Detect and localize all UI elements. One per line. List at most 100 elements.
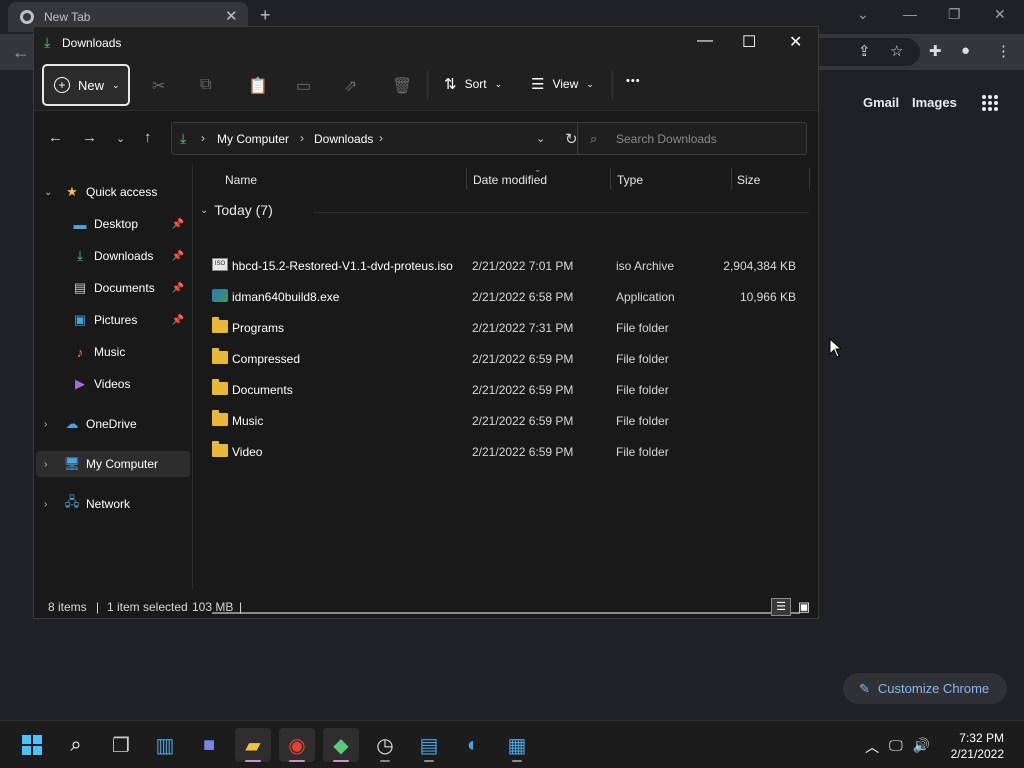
file-row[interactable]: Compressed 2/21/2022 6:59 PM File folder	[210, 343, 810, 374]
close-tab-icon[interactable]: ✕	[225, 7, 238, 25]
file-row[interactable]: Music 2/21/2022 6:59 PM File folder	[210, 405, 810, 436]
nav-item-quick-access[interactable]: ⌄ ★ Quick access	[36, 179, 190, 205]
nav-label: Quick access	[86, 185, 158, 199]
file-row[interactable]: Programs 2/21/2022 7:31 PM File folder	[210, 312, 810, 343]
column-header-size[interactable]: Size	[737, 173, 760, 187]
share-icon[interactable]: ⇗	[344, 76, 357, 96]
chrome-restore-icon[interactable]: ❐	[948, 6, 961, 23]
column-header-name[interactable]: Name	[225, 173, 257, 187]
nav-item-my-computer[interactable]: › 🖥 My Computer	[36, 451, 190, 477]
chrome-taskbar-icon[interactable]: ◉	[279, 728, 315, 762]
group-header[interactable]: ⌄ Today (7)	[200, 202, 273, 218]
search-input[interactable]	[616, 130, 796, 148]
widgets-icon[interactable]: ▥	[147, 728, 183, 762]
column-divider[interactable]	[809, 168, 810, 190]
images-link[interactable]: Images	[912, 95, 957, 110]
minimize-icon[interactable]: —	[697, 32, 713, 50]
large-icons-view-icon[interactable]: ▣	[794, 598, 814, 616]
start-button[interactable]	[14, 728, 50, 762]
refresh-icon[interactable]: ↻	[565, 130, 578, 148]
address-history-chevron-icon[interactable]: ⌄	[536, 132, 545, 145]
share-icon[interactable]: ⇪	[858, 42, 871, 60]
breadcrumb-chevron-icon[interactable]: ›	[300, 131, 304, 145]
file-row[interactable]: Video 2/21/2022 6:59 PM File folder	[210, 436, 810, 467]
file-explorer-taskbar-icon[interactable]: ▰	[235, 728, 271, 762]
nav-item-documents[interactable]: ▤ Documents 📌	[36, 275, 190, 301]
pane-splitter[interactable]	[192, 164, 193, 589]
chrome-close-icon[interactable]: ✕	[994, 6, 1006, 23]
recent-locations-chevron-icon[interactable]: ⌄	[116, 132, 125, 145]
google-apps-icon[interactable]	[982, 95, 998, 111]
up-arrow-icon[interactable]: ↑	[144, 129, 152, 146]
column-header-type[interactable]: Type	[617, 173, 643, 187]
nav-item-music[interactable]: ♪ Music	[36, 339, 190, 365]
taskbar-search-icon[interactable]: ⌕	[58, 728, 94, 762]
navigation-pane: ⌄ ★ Quick access ▬ Desktop 📌 ⤓ Downloads…	[34, 164, 192, 589]
tab-search-chevron-icon[interactable]: ⌄	[857, 6, 869, 23]
nav-item-pictures[interactable]: ▣ Pictures 📌	[36, 307, 190, 333]
address-bar[interactable]: ⤓ › My Computer › Downloads › ⌄ ↻	[171, 122, 592, 155]
chrome-back-icon[interactable]: ←	[12, 42, 30, 63]
cut-icon[interactable]: ✂	[152, 76, 165, 96]
customize-chrome-button[interactable]: ✎ Customize Chrome	[843, 673, 1007, 704]
task-view-icon[interactable]: ❐	[103, 728, 139, 762]
column-divider[interactable]	[610, 168, 611, 190]
extensions-icon[interactable]: ✚	[929, 42, 942, 60]
new-button[interactable]: + New ⌄	[42, 64, 130, 106]
paint-icon[interactable]: ◐	[455, 728, 491, 762]
profile-avatar-icon[interactable]: ●	[961, 42, 970, 59]
gmail-link[interactable]: Gmail	[863, 95, 899, 110]
clock-app-icon[interactable]: ◷	[367, 728, 403, 762]
nav-item-desktop[interactable]: ▬ Desktop 📌	[36, 211, 190, 237]
chat-icon[interactable]: ■	[191, 728, 227, 762]
forward-arrow-icon[interactable]: →	[82, 129, 97, 146]
expand-chevron-icon[interactable]: ›	[44, 499, 56, 510]
nav-item-downloads[interactable]: ⤓ Downloads 📌	[36, 243, 190, 269]
search-box[interactable]: ⌕	[577, 122, 807, 155]
file-type: iso Archive	[616, 259, 675, 273]
sort-button[interactable]: ⇅ Sort ⌄	[444, 75, 502, 93]
file-row[interactable]: idman640build8.exe 2/21/2022 6:58 PM App…	[210, 281, 810, 312]
breadcrumb-my-computer[interactable]: My Computer	[217, 132, 289, 146]
breadcrumb-downloads[interactable]: Downloads	[314, 132, 373, 146]
back-arrow-icon[interactable]: ←	[48, 129, 63, 146]
expand-chevron-icon[interactable]: ›	[44, 419, 56, 430]
file-row[interactable]: ISO hbcd-15.2-Restored-V1.1-dvd-proteus.…	[210, 250, 810, 281]
nav-label: My Computer	[86, 457, 159, 471]
paste-icon[interactable]: 📋	[248, 76, 268, 96]
column-divider[interactable]	[731, 168, 732, 190]
rename-icon[interactable]: ▭	[296, 76, 311, 96]
nav-item-network[interactable]: › 🖧 Network	[36, 491, 190, 517]
chrome-minimize-icon[interactable]: —	[903, 6, 917, 22]
copy-icon[interactable]: ⧉	[200, 76, 211, 94]
column-header-date[interactable]: Date modified	[473, 173, 547, 187]
bookmark-star-icon[interactable]: ☆	[890, 42, 903, 60]
download-manager-taskbar-icon[interactable]: ◆	[323, 728, 359, 762]
breadcrumb-chevron-icon[interactable]: ›	[201, 131, 205, 145]
delete-icon[interactable]: 🗑	[392, 76, 412, 96]
explorer-title-bar[interactable]: ⤓ Downloads — ☐ ✕	[34, 27, 818, 59]
close-icon[interactable]: ✕	[789, 32, 802, 52]
maximize-icon[interactable]: ☐	[742, 32, 756, 52]
file-row[interactable]: Documents 2/21/2022 6:59 PM File folder	[210, 374, 810, 405]
nav-item-onedrive[interactable]: › ☁ OneDrive	[36, 411, 190, 437]
expand-chevron-icon[interactable]: ⌄	[44, 187, 56, 198]
view-icon: ☰	[531, 76, 545, 93]
notepad-icon[interactable]: ▤	[411, 728, 447, 762]
volume-icon[interactable]: 🔊	[913, 737, 930, 757]
chevron-up-icon[interactable]: ︿	[865, 737, 879, 757]
expand-chevron-icon[interactable]: ›	[44, 459, 56, 470]
folder-icon	[212, 379, 228, 395]
nav-item-videos[interactable]: ▶ Videos	[36, 371, 190, 397]
view-button[interactable]: ☰ View ⌄	[531, 75, 594, 93]
details-view-icon[interactable]: ☰	[771, 598, 791, 616]
chrome-menu-icon[interactable]: ⋮	[996, 42, 1011, 60]
new-tab-button[interactable]: +	[260, 5, 271, 26]
more-options-button[interactable]: •••	[626, 75, 641, 87]
column-divider[interactable]	[466, 168, 467, 190]
calendar-icon[interactable]: ▦	[499, 728, 535, 762]
download-icon: ⤓	[77, 248, 83, 263]
taskbar-clock[interactable]: 7:32 PM 2/21/2022	[951, 730, 1004, 762]
breadcrumb-chevron-icon[interactable]: ›	[379, 131, 383, 145]
network-status-icon[interactable]: 🖵	[889, 737, 903, 757]
